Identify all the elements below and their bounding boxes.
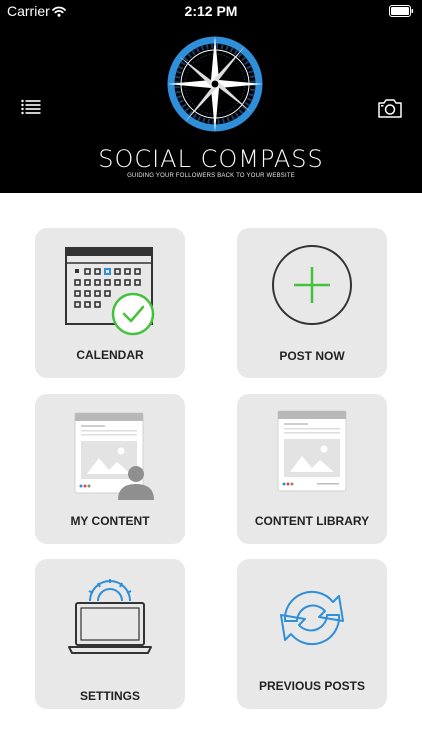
refresh-arrows-icon [280,590,344,646]
settings-label: SETTINGS [79,689,140,703]
my-content-tile[interactable]: MY CONTENT [35,394,185,544]
status-time: 2:12 PM [184,3,238,19]
brand-tagline: GUIDING YOUR FOLLOWERS BACK TO YOUR WEBS… [127,173,295,179]
content-library-label: CONTENT LIBRARY [254,514,370,528]
user-content-icon [74,412,154,500]
previous-posts-tile[interactable]: PREVIOUS POSTS [237,559,387,709]
content-library-tile[interactable]: CONTENT LIBRARY [237,394,387,544]
calendar-label: CALENDAR [76,348,144,362]
laptop-gear-icon [68,579,152,654]
camera-icon[interactable] [377,97,403,124]
calendar-check-icon [65,247,155,336]
status-bar: Carrier 2:12 PM [0,0,422,22]
post-now-tile[interactable]: POST NOW [237,228,387,378]
previous-posts-label: PREVIOUS POSTS [258,679,366,693]
app-header: Carrier 2:12 PM SOCIAL COMPASS GUIDING Y… [0,0,422,193]
compass-logo-icon [165,34,265,139]
content-library-icon [277,410,347,492]
settings-tile[interactable]: SETTINGS [35,559,185,709]
plus-circle-icon [272,245,352,325]
my-content-label: MY CONTENT [70,514,150,528]
battery-icon [389,4,414,22]
list-menu-icon[interactable] [21,99,41,120]
calendar-tile[interactable]: CALENDAR [35,228,185,378]
brand-title: SOCIAL COMPASS [98,145,324,173]
post-now-label: POST NOW [279,349,345,363]
